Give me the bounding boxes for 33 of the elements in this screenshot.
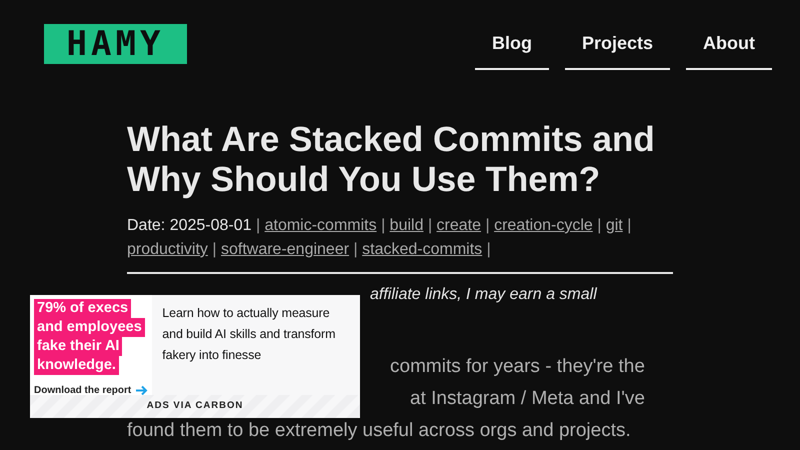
tag-link[interactable]: software-engineer	[220, 241, 350, 258]
disclosure-text: affiliate links, I may earn a small	[369, 285, 598, 305]
article-title: What Are Stacked Commits and Why Should You Use Them?	[127, 120, 656, 200]
ad-footer-text[interactable]: ADS VIA CARBON	[146, 399, 244, 414]
tag-link[interactable]: git	[606, 217, 623, 234]
separator: |	[597, 217, 602, 234]
nav-link[interactable]: About	[686, 32, 772, 70]
paragraph-line: at Instagram / Meta and I've	[410, 388, 645, 410]
separator: |	[486, 241, 491, 258]
separator: |	[428, 217, 432, 234]
tag-link[interactable]: atomic-commits	[264, 217, 377, 234]
tag-link[interactable]: creation-cycle	[494, 217, 593, 234]
separator: |	[354, 241, 358, 258]
separator: |	[381, 217, 386, 234]
ad-cta-text: Download the report	[34, 384, 132, 398]
post-date: Date: 2025-08-01	[127, 217, 252, 234]
separator: |	[485, 217, 490, 234]
ad-text[interactable]: Learn how to actually measure and build AI skills and transform fakery into finesse	[152, 295, 360, 395]
tag-link[interactable]: stacked-commits	[362, 241, 482, 258]
separator: |	[212, 241, 217, 258]
tag-link[interactable]: productivity	[127, 241, 208, 258]
ad-image[interactable]: 79% of execs and employees fake their AI knowledge. Download the report	[30, 295, 152, 395]
ad-card[interactable]: 79% of execs and employees fake their AI knowledge. Download the report Learn how to actually measure and build AI skills and transform fakery into finesse ADS VIA CARBON	[30, 295, 360, 418]
separator: |	[256, 217, 260, 234]
logo[interactable]: HAMY	[44, 24, 187, 64]
tag-link[interactable]: create	[436, 217, 482, 234]
paragraph-line: found them to be extremely useful across orgs and projects.	[127, 420, 631, 442]
arrow-icon	[135, 385, 148, 396]
paragraph-line: commits for years - they're the	[390, 356, 645, 378]
tag-link[interactable]: build	[390, 217, 424, 234]
nav-link[interactable]: Projects	[564, 32, 670, 70]
nav-link[interactable]: Blog	[474, 32, 549, 70]
separator: |	[627, 217, 632, 234]
